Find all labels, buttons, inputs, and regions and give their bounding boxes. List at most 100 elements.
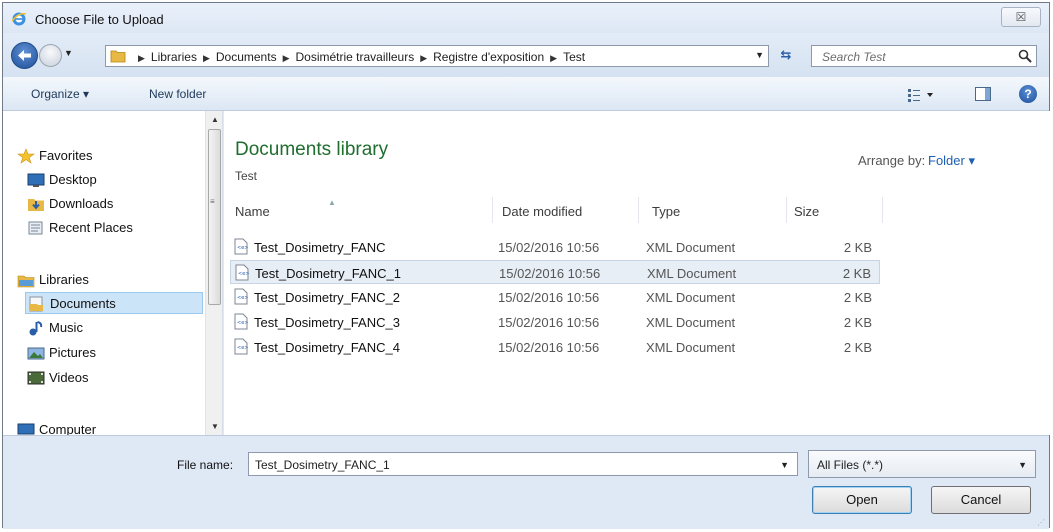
refresh-button[interactable]: ⇆ [775,47,797,65]
svg-text:<e>: <e> [237,295,248,301]
file-name-value: Test_Dosimetry_FANC_1 [255,458,390,472]
search-icon[interactable] [1018,49,1032,63]
column-divider[interactable] [638,197,639,223]
nav-pane-scrollbar[interactable]: ▲ ≡ ▼ [205,111,222,435]
pictures-icon [27,347,45,360]
chevron-down-icon: ▼ [1018,460,1027,470]
file-name: Test_Dosimetry_FANC [254,240,386,255]
arrange-by-label: Arrange by: [858,153,926,168]
close-button[interactable]: ☒ [1001,7,1041,27]
desktop-icon [27,173,45,187]
file-type: XML Document [646,315,736,330]
search-input[interactable]: Search Test [811,45,1037,67]
file-name-dropdown-icon[interactable]: ▼ [780,460,789,470]
breadcrumb-separator-icon[interactable]: ▶ [420,53,427,63]
table-row[interactable]: <e> Test_Dosimetry_FANC 15/02/2016 10:56… [230,235,880,259]
breadcrumb-separator-icon[interactable]: ▶ [550,53,557,63]
file-name-input[interactable]: Test_Dosimetry_FANC_1 ▼ [248,452,798,476]
nav-item-favorites[interactable]: Favorites [17,145,197,167]
file-size: 2 KB [843,340,872,355]
toolbar: Organize ▾ New folder ? [3,77,1049,111]
column-divider[interactable] [882,197,883,223]
column-header-size[interactable]: Size [794,204,819,219]
scrollbar-thumb[interactable] [208,129,221,305]
bottom-panel: File name: Test_Dosimetry_FANC_1 ▼ All F… [3,435,1049,529]
file-date: 15/02/2016 10:56 [498,290,600,305]
close-icon: ☒ [1015,10,1027,24]
file-type: XML Document [646,290,736,305]
file-type: XML Document [646,340,736,355]
organize-button[interactable]: Organize ▾ [31,87,89,101]
library-subtitle: Test [235,169,258,183]
address-row: ▼ ▶ Libraries ▶ Documents ▶ Dosimétrie travai… [3,33,1049,77]
column-header-name[interactable]: Name [235,204,270,219]
table-row-selected[interactable]: <e> Test_Dosimetry_FANC_1 15/02/2016 10:… [230,260,880,284]
scroll-up-icon[interactable]: ▲ [211,115,219,124]
navigation-pane: Favorites Desktop Downloads Recent Place… [3,111,223,435]
nav-item-pictures[interactable]: Pictures [27,342,199,364]
nav-item-videos[interactable]: Videos [27,367,199,389]
star-icon [17,148,35,164]
change-view-icon[interactable] [907,87,937,103]
help-icon[interactable]: ? [1019,85,1037,103]
table-row[interactable]: <e> Test_Dosimetry_FANC_4 15/02/2016 10:… [230,335,880,359]
preview-pane-icon[interactable] [975,87,991,101]
svg-text:<e>: <e> [237,345,248,351]
scrollbar-grip-icon: ≡ [210,197,215,206]
file-upload-dialog: Choose File to Upload ☒ ▼ ▶ Libraries ▶ Doc… [2,2,1051,529]
file-size: 2 KB [842,266,871,281]
nav-item-documents[interactable]: Documents [25,292,203,314]
window-title: Choose File to Upload [35,12,164,27]
xml-file-icon: <e> [234,288,248,305]
breadcrumb-dosimetrie[interactable]: Dosimétrie travailleurs [296,50,415,64]
file-type-filter-select[interactable]: All Files (*.*) ▼ [808,450,1036,478]
recent-pages-dropdown-icon[interactable]: ▼ [64,48,74,62]
refresh-icon: ⇆ [780,47,792,62]
table-row[interactable]: <e> Test_Dosimetry_FANC_2 15/02/2016 10:… [230,285,880,309]
breadcrumb: ▶ Libraries ▶ Documents ▶ Dosimétrie travaill… [132,50,585,64]
breadcrumb-separator-icon[interactable]: ▶ [283,53,290,63]
table-row[interactable]: <e> Test_Dosimetry_FANC_3 15/02/2016 10:… [230,310,880,334]
column-divider[interactable] [492,197,493,223]
address-bar[interactable]: ▶ Libraries ▶ Documents ▶ Dosimétrie travaill… [105,45,769,67]
column-header-type[interactable]: Type [652,204,680,219]
xml-file-icon: <e> [234,313,248,330]
open-button[interactable]: Open [812,486,912,514]
forward-button[interactable] [39,44,62,67]
scroll-down-icon[interactable]: ▼ [211,422,219,431]
file-name-label: File name: [177,458,234,472]
cancel-button[interactable]: Cancel [931,486,1031,514]
recent-places-icon [28,221,43,235]
svg-text:<e>: <e> [237,245,248,251]
back-button[interactable] [11,42,38,69]
breadcrumb-libraries[interactable]: Libraries [151,50,197,64]
file-name: Test_Dosimetry_FANC_3 [254,315,400,330]
arrange-by-dropdown[interactable]: Folder ▾ [928,153,975,169]
libraries-icon [17,275,35,288]
svg-text:<e>: <e> [238,271,249,277]
nav-item-libraries[interactable]: Libraries [17,269,197,291]
address-dropdown-icon[interactable]: ▼ [755,50,764,60]
nav-item-computer[interactable]: Computer [17,419,197,435]
title-bar: Choose File to Upload ☒ [3,3,1049,33]
videos-icon [27,371,45,385]
nav-item-recent-places[interactable]: Recent Places [27,217,199,239]
breadcrumb-documents[interactable]: Documents [216,50,277,64]
svg-text:<e>: <e> [237,320,248,326]
resize-grip-icon[interactable]: ⋰ [1037,518,1045,527]
breadcrumb-test[interactable]: Test [563,50,585,64]
breadcrumb-registre[interactable]: Registre d'exposition [433,50,544,64]
file-date: 15/02/2016 10:56 [499,266,601,281]
internet-explorer-icon [11,12,27,26]
file-size: 2 KB [843,240,872,255]
breadcrumb-separator-icon[interactable]: ▶ [203,53,210,63]
column-header-date[interactable]: Date modified [502,204,582,219]
nav-item-music[interactable]: Music [27,317,199,339]
sort-ascending-icon: ▲ [328,198,336,207]
nav-item-downloads[interactable]: Downloads [27,193,199,215]
nav-item-desktop[interactable]: Desktop [27,169,199,191]
column-divider[interactable] [786,197,787,223]
new-folder-button[interactable]: New folder [149,87,206,101]
folder-icon [110,50,126,63]
file-type: XML Document [647,266,737,281]
